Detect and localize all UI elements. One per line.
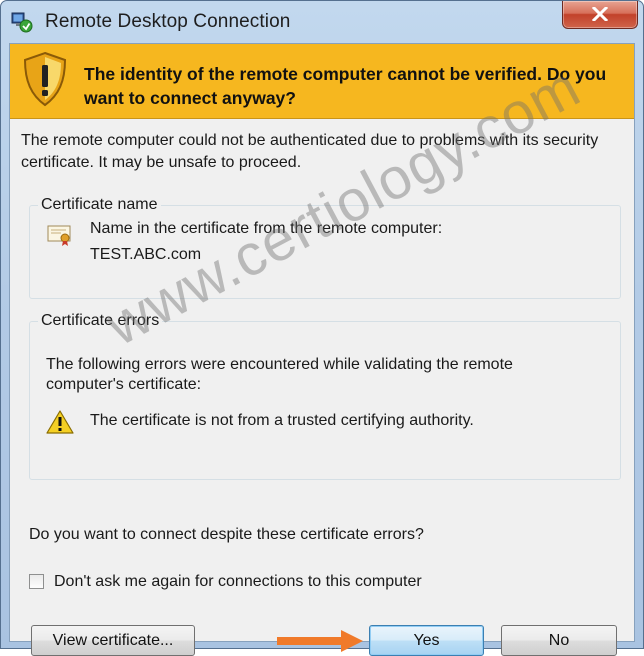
dont-ask-again-checkbox[interactable]: [29, 574, 44, 589]
intro-text: The remote computer could not be authent…: [21, 132, 599, 171]
title-bar[interactable]: Remote Desktop Connection: [1, 1, 643, 43]
certificate-name-title: Certificate name: [38, 195, 161, 215]
yes-button[interactable]: Yes: [369, 625, 484, 656]
shield-warning-icon: [23, 51, 67, 107]
view-certificate-button[interactable]: View certificate...: [31, 625, 195, 656]
certificate-name-label: Name in the certificate from the remote …: [90, 220, 443, 237]
certificate-errors-title: Certificate errors: [38, 311, 163, 331]
warning-icon: [46, 410, 74, 434]
dont-ask-again-label[interactable]: Don't ask me again for connections to th…: [54, 571, 422, 593]
certificate-errors-group: Certificate errors The following errors …: [29, 311, 621, 480]
remote-desktop-icon: [11, 11, 33, 33]
certificate-name-group: Certificate name Name in the certificate…: [29, 195, 621, 299]
banner-message: The identity of the remote computer cann…: [84, 64, 607, 108]
dialog-client: The identity of the remote computer cann…: [9, 43, 635, 656]
no-button[interactable]: No: [501, 625, 617, 656]
certificate-name-value: TEST.ABC.com: [90, 246, 202, 263]
question-text: Do you want to connect despite these cer…: [29, 526, 424, 543]
error-item: The certificate is not from a trusted ce…: [90, 412, 474, 429]
warning-banner: The identity of the remote computer cann…: [10, 44, 634, 119]
close-icon: [592, 7, 608, 21]
dialog-content: The remote computer could not be authent…: [10, 119, 634, 656]
window-title: Remote Desktop Connection: [45, 11, 291, 32]
errors-intro-text: The following errors were encountered wh…: [46, 356, 513, 393]
dialog-window: Remote Desktop Connection The identity o…: [0, 0, 644, 656]
close-button[interactable]: [562, 1, 638, 29]
certificate-icon: [47, 225, 71, 246]
